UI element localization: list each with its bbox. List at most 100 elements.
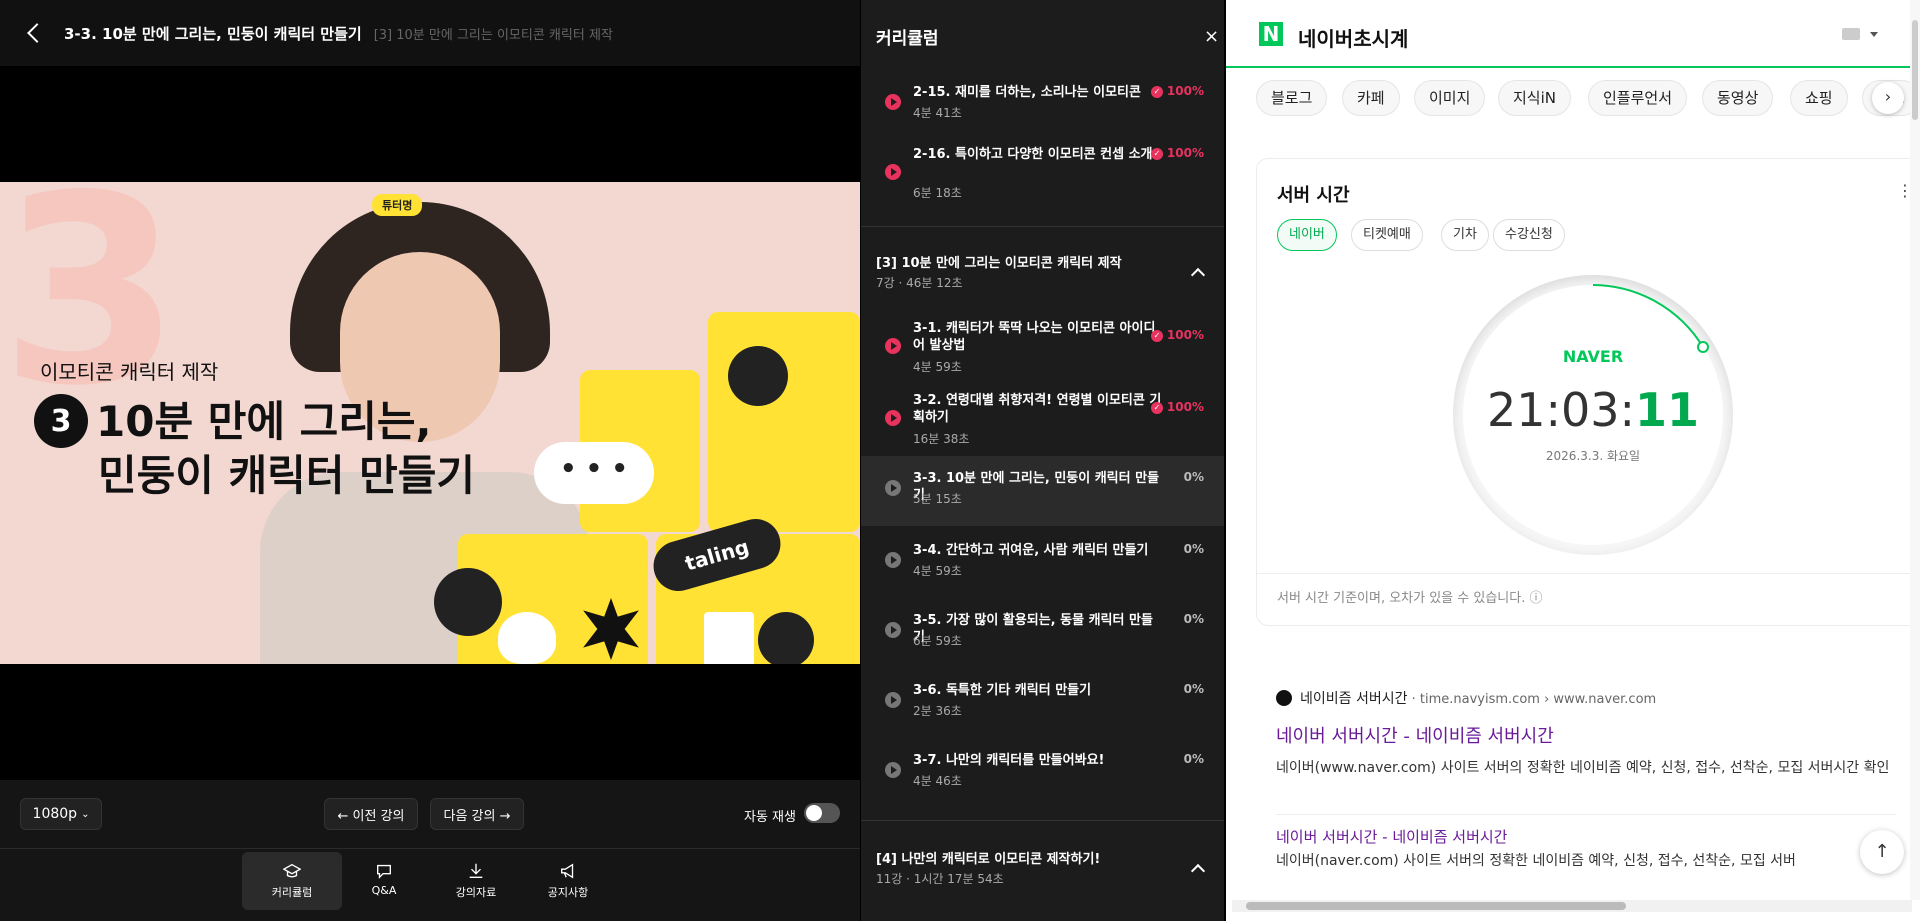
lesson-title: 3-2. 연령대별 취향저격! 연령별 이모티콘 기획하기 [913,393,1162,425]
chevron-up-icon[interactable] [1190,863,1206,879]
lesson-title: 3-7. 나만의 캐릭터를 만들어봐요! [913,753,1105,768]
search-tab-kin[interactable]: 지식iN [1498,80,1571,116]
video-title-line1: 10분 만에 그리는, [96,397,432,446]
next-lecture-button[interactable]: 다음 강의 → [430,798,524,830]
chevron-down-icon: ⌄ [81,808,90,820]
server-clock: NAVER 21:03:11 2026.3.3. 화요일 [1453,275,1733,555]
white-rect-shape [704,612,754,664]
play-icon [885,410,901,426]
prev-lecture-button[interactable]: ← 이전 강의 [324,798,418,830]
result-site[interactable]: 네이비즘 서버시간 · time.navyism.com › www.naver… [1300,688,1656,708]
check-icon: ✓ [1150,85,1163,98]
lesson-title: 2-16. 특이하고 다양한 이모티콘 컨셉 소개 [913,147,1153,162]
autoplay-toggle[interactable] [804,803,840,823]
graduation-cap-icon [283,863,301,878]
chevron-right-icon[interactable]: › [1872,82,1904,114]
chat-bubble-icon [377,864,391,879]
search-tab-image[interactable]: 이미지 [1414,80,1486,116]
play-icon [885,692,901,708]
result-sublink[interactable]: 네이버 서버시간 - 네이비즘 서버시간 [1276,826,1508,847]
section-title[interactable]: [3] 10분 만에 그리는 이모티콘 캐릭터 제작 [876,252,1122,271]
divider [0,848,860,849]
result-link[interactable]: 네이버 서버시간 - 네이비즘 서버시간 [1276,722,1554,748]
server-time-note: 서버 시간 기준이며, 오차가 있을 수 있습니다. ⓘ [1277,591,1543,606]
divider [1276,814,1896,815]
lesson-item-current[interactable]: 3-3. 10분 만에 그리는, 민둥이 캐릭터 만들기 5분 15초 0% [861,456,1224,526]
tutor-badge: 튜터명 [372,194,423,216]
chart-sticker-icon [434,568,502,636]
scrollbar-thumb[interactable] [1912,20,1918,120]
lesson-item[interactable]: 3-7. 나만의 캐릭터를 만들어봐요! 4분 46초 0% [861,750,1224,800]
yellow-block [708,312,860,532]
tab-qna[interactable]: Q&A [334,852,434,910]
chevron-down-icon[interactable] [1870,32,1878,37]
scrollbar-thumb[interactable] [1246,902,1626,910]
filter-train[interactable]: 기차 [1441,219,1489,251]
play-icon [885,552,901,568]
tab-curriculum[interactable]: 커리큘럼 [242,852,342,910]
background-number: 3 [0,182,181,443]
heart-shape [498,612,556,664]
horizontal-scrollbar[interactable] [1232,900,1912,912]
divider [861,226,1224,227]
keyboard-icon[interactable] [1842,28,1860,40]
lesson-progress: ✓ 100% [1150,400,1204,414]
filter-enroll[interactable]: 수강신청 [1493,219,1565,251]
lesson-duration: 6분 59초 [913,634,962,648]
lesson-item[interactable]: 3-6. 독특한 기타 캐릭터 만들기 2분 36초 0% [861,680,1224,730]
play-icon [885,338,901,354]
close-icon[interactable]: × [1204,26,1219,47]
lesson-item[interactable]: 3-2. 연령대별 취향저격! 연령별 이모티콘 기획하기 16분 38초 ✓ 1… [861,392,1224,448]
search-tab-influencer[interactable]: 인플루언서 [1588,80,1688,116]
tab-notice[interactable]: 공지사항 [518,852,618,910]
tab-label: 공지사항 [547,886,589,899]
tab-materials[interactable]: 강의자료 [426,852,526,910]
lesson-progress: 0% [1183,612,1204,626]
heart-sticker-icon [728,346,788,406]
search-tab-blog[interactable]: 블로그 [1256,80,1328,116]
lesson-progress: 0% [1183,682,1204,696]
lesson-duration: 4분 46초 [913,774,962,788]
quality-select[interactable]: 1080p ⌄ [20,798,102,830]
lesson-item[interactable]: 2-16. 특이하고 다양한 이모티콘 컨셉 소개 6분 18초 ✓ 100% [861,146,1224,206]
clock-date: 2026.3.3. 화요일 [1545,449,1641,463]
filter-ticket[interactable]: 티켓예매 [1351,219,1423,251]
naver-logo[interactable]: N [1259,22,1283,46]
search-tab-shopping[interactable]: 쇼핑 [1790,80,1848,116]
lesson-title: 2-15. 재미를 더하는, 소리나는 이모티콘 [913,85,1141,100]
search-query[interactable]: 네이버초시계 [1298,23,1408,52]
card-title: 서버 시간 [1277,185,1350,206]
video-title-line2: 민둥이 캐릭터 만들기 [98,451,476,500]
lesson-item[interactable]: 3-5. 가장 많이 활용되는, 동물 캐릭터 만들기 6분 59초 0% [861,610,1224,660]
player-header: 3-3. 10분 만에 그리는, 민둥이 캐릭터 만들기 [3] 10분 만에 … [0,0,860,66]
megaphone-icon [561,863,574,879]
play-icon [885,622,901,638]
chevron-up-icon[interactable] [1190,267,1206,283]
circle-sticker [758,612,814,664]
vertical-scrollbar[interactable] [1910,0,1920,900]
curriculum-panel: 커리큘럼 × 2-15. 재미를 더하는, 소리나는 이모티콘 4분 41초 ✓… [861,0,1224,921]
play-icon [885,164,901,180]
lesson-item[interactable]: 2-15. 재미를 더하는, 소리나는 이모티콘 4분 41초 ✓ 100% [861,84,1224,134]
check-icon: ✓ [1150,147,1163,160]
search-tab-video[interactable]: 동영상 [1702,80,1774,116]
lesson-progress: ✓ 100% [1150,328,1204,342]
section-title[interactable]: [4] 나만의 캐릭터로 이모티콘 제작하기! [876,848,1100,867]
video-frame[interactable]: 3 튜터명 이모티콘 캐릭터 제작 3 10분 만에 그리는, 민둥이 캐릭터 … [0,182,860,664]
lesson-item[interactable]: 3-1. 캐릭터가 뚝딱 나오는 이모티콘 아이디어 발상법 4분 59초 ✓ 1… [861,320,1224,376]
lesson-duration: 4분 59초 [913,564,962,578]
result-description: 네이버(www.naver.com) 사이트 서버의 정확한 네이비즘 예약, … [1276,760,1890,776]
lesson-item[interactable]: 3-4. 간단하고 귀여운, 사람 캐릭터 만들기 4분 59초 0% [861,540,1224,590]
filter-naver[interactable]: 네이버 [1277,219,1337,251]
clock-brand: NAVER [1562,347,1624,366]
back-arrow-icon[interactable] [27,23,47,43]
download-icon [469,863,483,878]
player-controls: 1080p ⌄ ← 이전 강의 다음 강의 → 자동 재생 커리큘럼 Q&A 강의… [0,780,860,921]
search-bar: N 네이버초시계 [1226,0,1920,68]
lesson-progress: 0% [1183,470,1204,484]
mouse-cursor-icon [1764,232,1772,238]
section-breadcrumb: [3] 10분 만에 그리는 이모티콘 캐릭터 제작 [373,27,613,43]
video-player-panel: 3-3. 10분 만에 그리는, 민둥이 캐릭터 만들기 [3] 10분 만에 … [0,0,860,921]
scroll-to-top-button[interactable]: ↑ [1860,830,1904,874]
search-tab-cafe[interactable]: 카페 [1342,80,1400,116]
